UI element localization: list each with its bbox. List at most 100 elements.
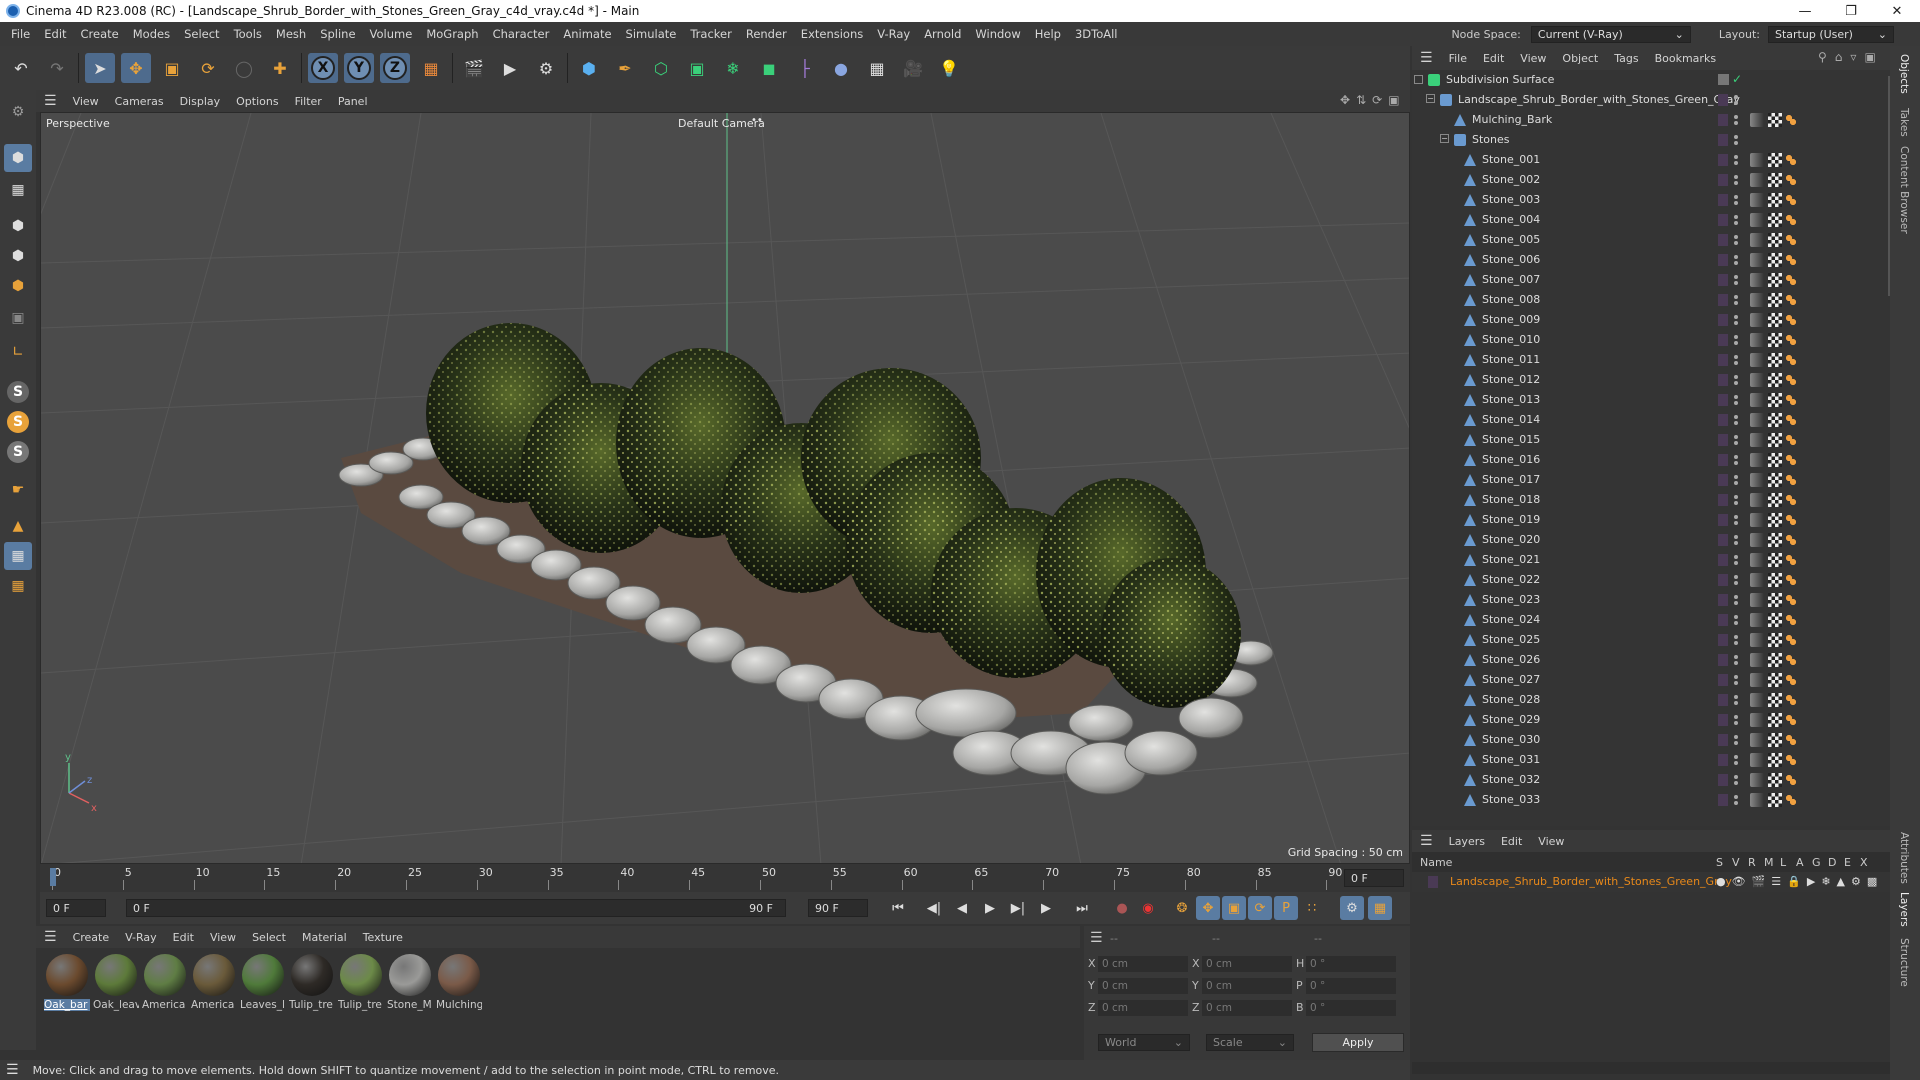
material-tag-icon[interactable]	[1768, 473, 1782, 487]
material-tag-icon[interactable]	[1768, 573, 1782, 587]
phong-tag-icon[interactable]	[1750, 653, 1764, 667]
visible-toggle-icon[interactable]: 👁	[1732, 875, 1746, 888]
next-frame-icon[interactable]: ▶|	[1006, 896, 1030, 920]
autokey-icon[interactable]: ◉	[1136, 896, 1160, 920]
scale-tool-icon[interactable]: ▣	[157, 53, 187, 83]
phong-tag-icon[interactable]	[1750, 753, 1764, 767]
layer-checkbox-icon[interactable]	[1718, 74, 1729, 85]
render-visibility-dot[interactable]	[1734, 661, 1738, 665]
material-menu-select[interactable]: Select	[244, 931, 294, 944]
minimize-button[interactable]: —	[1782, 0, 1828, 22]
menu-3dtoall[interactable]: 3DToAll	[1068, 27, 1125, 41]
layer-scrollbar[interactable]	[1412, 1062, 1890, 1074]
object-layer-swatch[interactable]	[1718, 274, 1728, 286]
uvw-tag-icon[interactable]	[1786, 715, 1796, 725]
expand-toggle-icon[interactable]	[1414, 75, 1423, 84]
render-visibility-dot[interactable]	[1734, 161, 1738, 165]
extrude-generator-icon[interactable]: ▣	[682, 53, 712, 83]
material-tag-icon[interactable]	[1768, 673, 1782, 687]
object-name[interactable]: Stone_004	[1482, 213, 1540, 226]
z-axis-lock-icon[interactable]: Z	[380, 53, 410, 83]
object-row-stone[interactable]: Stone_028	[1412, 690, 1890, 710]
toggle-layout-icon[interactable]: ▣	[1388, 93, 1399, 109]
menu-tools[interactable]: Tools	[227, 27, 269, 41]
material-tag-icon[interactable]	[1768, 113, 1782, 127]
uvw-tag-icon[interactable]	[1786, 275, 1796, 285]
tab-attributes[interactable]: Attributes	[1898, 832, 1910, 884]
editor-visibility-dot[interactable]	[1734, 455, 1738, 459]
object-layer-swatch[interactable]	[1718, 434, 1728, 446]
maximize-button[interactable]: ❐	[1828, 0, 1874, 22]
point-level-animation-icon[interactable]: ∷	[1300, 896, 1324, 920]
object-name[interactable]: Stone_030	[1482, 733, 1540, 746]
workplane-icon[interactable]: ▲	[4, 512, 32, 540]
editor-visibility-dot[interactable]	[1734, 395, 1738, 399]
material-menu-v-ray[interactable]: V-Ray	[117, 931, 165, 944]
cloner-icon[interactable]: ❄	[718, 53, 748, 83]
object-name[interactable]: Stone_016	[1482, 453, 1540, 466]
camera-link-icon[interactable]: ••	[751, 115, 763, 126]
material-tag-icon[interactable]	[1768, 333, 1782, 347]
object-name[interactable]: Stone_006	[1482, 253, 1540, 266]
coord-position-field[interactable]: 0 cm	[1098, 956, 1188, 972]
start-frame-field[interactable]: 0 F	[46, 899, 106, 917]
phong-tag-icon[interactable]	[1750, 113, 1764, 127]
material-tag-icon[interactable]	[1768, 373, 1782, 387]
object-layer-swatch[interactable]	[1718, 334, 1728, 346]
playhead-marker[interactable]	[50, 868, 56, 886]
menu-file[interactable]: File	[4, 27, 37, 41]
coord-position-field[interactable]: 0 cm	[1098, 978, 1188, 994]
menu-v-ray[interactable]: V-Ray	[870, 27, 917, 41]
object-layer-swatch[interactable]	[1718, 414, 1728, 426]
editor-visibility-dot[interactable]	[1734, 635, 1738, 639]
coord-size-field[interactable]: 0 cm	[1202, 978, 1292, 994]
expression-toggle-icon[interactable]: ⚙	[1851, 875, 1861, 888]
material-tag-icon[interactable]	[1768, 793, 1782, 807]
uvw-tag-icon[interactable]	[1786, 775, 1796, 785]
render-visibility-dot[interactable]	[1734, 501, 1738, 505]
edge-mode-icon[interactable]: ⬢	[4, 242, 32, 270]
layer-name[interactable]: Landscape_Shrub_Border_with_Stones_Green…	[1450, 875, 1732, 888]
material-tag-icon[interactable]	[1768, 713, 1782, 727]
texture-mode-icon[interactable]: ▦	[4, 176, 32, 204]
expand-toggle-icon[interactable]: −	[1426, 94, 1435, 103]
object-name[interactable]: Stone_019	[1482, 513, 1540, 526]
point-mode-icon[interactable]: ⬢	[4, 212, 32, 240]
object-name[interactable]: Stone_001	[1482, 153, 1540, 166]
object-row-stone[interactable]: Stone_014	[1412, 410, 1890, 430]
object-layer-swatch[interactable]	[1718, 294, 1728, 306]
layer-menu-view[interactable]: View	[1530, 835, 1572, 848]
pan-view-icon[interactable]: ✥	[1340, 93, 1350, 109]
uvw-tag-icon[interactable]	[1786, 255, 1796, 265]
render-to-picture-viewer-icon[interactable]: ▶	[495, 53, 525, 83]
material-swatch[interactable]: Tulip_tre	[289, 954, 335, 1016]
axis-mode-icon[interactable]: ∟	[4, 338, 32, 366]
menu-select[interactable]: Select	[177, 27, 226, 41]
object-name[interactable]: Stone_024	[1482, 613, 1540, 626]
previous-key-icon[interactable]: ◀|	[922, 896, 946, 920]
uvw-tag-icon[interactable]	[1786, 315, 1796, 325]
polygon-mode-icon[interactable]: ⬢	[4, 272, 32, 300]
object-row-stone[interactable]: Stone_027	[1412, 670, 1890, 690]
object-layer-swatch[interactable]	[1718, 494, 1728, 506]
editor-visibility-dot[interactable]	[1734, 275, 1738, 279]
uvw-tag-icon[interactable]	[1786, 335, 1796, 345]
phong-tag-icon[interactable]	[1750, 333, 1764, 347]
uvw-tag-icon[interactable]	[1786, 355, 1796, 365]
close-button[interactable]: ✕	[1874, 0, 1920, 22]
render-visibility-dot[interactable]	[1734, 301, 1738, 305]
phong-tag-icon[interactable]	[1750, 513, 1764, 527]
grid-plane-icon[interactable]: ▦	[4, 542, 32, 570]
object-row-stone[interactable]: Stone_016	[1412, 450, 1890, 470]
render-visibility-dot[interactable]	[1734, 701, 1738, 705]
menu-spline[interactable]: Spline	[313, 27, 362, 41]
workplane-snap-icon[interactable]: S	[4, 438, 32, 466]
uvw-tag-icon[interactable]	[1786, 195, 1796, 205]
object-layer-swatch[interactable]	[1718, 94, 1728, 106]
home-icon[interactable]: ⌂	[1835, 50, 1843, 66]
object-layer-swatch[interactable]	[1718, 394, 1728, 406]
uvw-tag-icon[interactable]	[1786, 515, 1796, 525]
object-layer-swatch[interactable]	[1718, 114, 1728, 126]
material-swatch[interactable]: Tulip_tre	[338, 954, 384, 1016]
object-row-stone[interactable]: Stone_003	[1412, 190, 1890, 210]
